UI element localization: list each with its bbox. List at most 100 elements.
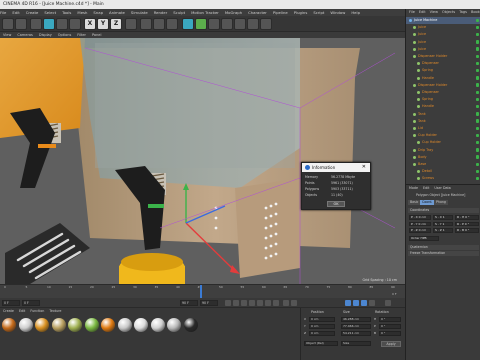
render-view-icon[interactable]: [140, 18, 152, 30]
visibility-tag-icon[interactable]: [475, 47, 479, 51]
object-menu-tags[interactable]: Tags: [459, 10, 467, 14]
object-list-item[interactable]: Cup Holder: [406, 132, 480, 139]
camera-icon[interactable]: [247, 18, 259, 30]
object-list-item[interactable]: Handle: [406, 103, 480, 110]
object-list-item[interactable]: Tank: [406, 118, 480, 125]
visibility-tag-icon[interactable]: [475, 68, 479, 73]
menu-item-motion-tracker[interactable]: Motion Tracker: [191, 10, 219, 15]
play-icon[interactable]: [249, 300, 255, 306]
visibility-tag-icon[interactable]: [475, 104, 479, 109]
subdivision-surface-icon[interactable]: [195, 18, 207, 30]
visibility-tag-icon[interactable]: [475, 119, 479, 123]
scale-field[interactable]: S . X 1: [433, 215, 453, 220]
position-field[interactable]: 0 cm: [309, 331, 335, 336]
next-frame-icon[interactable]: [257, 300, 263, 306]
material-menu-texture[interactable]: Texture: [49, 309, 61, 313]
rotation-field[interactable]: 0 °: [379, 317, 401, 322]
deformer-icon[interactable]: [221, 18, 233, 30]
menu-item-create[interactable]: Create: [26, 10, 39, 15]
menu-item-plugins[interactable]: Plugins: [294, 10, 308, 15]
visibility-tag-icon[interactable]: [475, 140, 479, 145]
menu-item-mograph[interactable]: MoGraph: [225, 10, 242, 15]
material-swatch[interactable]: [167, 318, 181, 332]
viewport-menu-options[interactable]: Options: [58, 33, 72, 37]
size-field[interactable]: 77.466 cm: [341, 324, 371, 329]
size-mode-dropdown[interactable]: Size: [341, 341, 371, 346]
material-swatch[interactable]: [18, 318, 33, 332]
object-list-item[interactable]: Spring: [406, 96, 480, 103]
material-swatch[interactable]: [51, 318, 66, 332]
visibility-tag-icon[interactable]: [475, 90, 479, 94]
render-settings-icon[interactable]: [166, 18, 178, 30]
position-field[interactable]: 0 cm: [309, 324, 335, 329]
3d-viewport[interactable]: Grid Spacing : 10 cm Information ✕ Memor…: [0, 38, 405, 284]
timeline-ruler[interactable]: 051015202530354045505560657075808590 0 F: [0, 284, 405, 299]
undo-icon[interactable]: [2, 18, 14, 30]
x-axis-lock-button[interactable]: X: [84, 18, 96, 30]
object-list-item[interactable]: Lid: [406, 125, 480, 132]
keyframe-param-icon[interactable]: [369, 300, 375, 306]
ok-button[interactable]: OK: [327, 201, 345, 207]
menu-item-sculpt[interactable]: Sculpt: [173, 10, 185, 15]
tab-coord[interactable]: Coord.: [420, 200, 435, 205]
rotation-field[interactable]: R . H 0 °: [455, 215, 479, 220]
y-axis-lock-button[interactable]: Y: [97, 18, 109, 30]
freeze-transformation-section[interactable]: Freeze Transformation: [408, 251, 479, 256]
record-icon[interactable]: [283, 300, 289, 306]
rotation-field[interactable]: R . B 0 °: [455, 228, 479, 233]
visibility-tag-icon[interactable]: [475, 76, 479, 80]
attribute-menu-edit[interactable]: Edit: [423, 186, 429, 190]
cube-icon[interactable]: [182, 18, 194, 30]
visibility-tag-icon[interactable]: [475, 18, 479, 22]
keyframe-position-icon[interactable]: [345, 300, 351, 306]
render-to-picture-viewer-icon[interactable]: [153, 18, 165, 30]
material-swatch[interactable]: [84, 318, 99, 332]
visibility-tag-icon[interactable]: [475, 169, 479, 174]
object-list-item[interactable]: Dispenser: [406, 89, 480, 96]
menu-item-mesh[interactable]: Mesh: [77, 10, 87, 15]
visibility-tag-icon[interactable]: [475, 61, 479, 66]
autokey-icon[interactable]: [291, 300, 297, 306]
object-list-item[interactable]: Detail: [406, 168, 480, 175]
material-menu-edit[interactable]: Edit: [19, 309, 25, 313]
object-list-item[interactable]: Spring: [406, 67, 480, 74]
rotation-field[interactable]: 0 °: [379, 324, 401, 329]
material-swatch[interactable]: [2, 318, 16, 332]
object-list-item[interactable]: Juice Machine: [406, 17, 480, 24]
material-menu-function[interactable]: Function: [30, 309, 44, 313]
viewport-menu-filter[interactable]: Filter: [77, 33, 86, 37]
object-list-item[interactable]: Juice: [406, 46, 480, 53]
timeline-settings-icon[interactable]: [385, 300, 391, 306]
size-field[interactable]: 46.288 cm: [341, 317, 371, 322]
material-swatch[interactable]: [134, 318, 148, 332]
preview-end-field[interactable]: 90 F: [200, 300, 218, 306]
position-field[interactable]: 0 cm: [309, 317, 335, 322]
attribute-menu-mode[interactable]: Mode: [409, 186, 418, 190]
rotate-tool-icon[interactable]: [69, 18, 81, 30]
rotation-field[interactable]: R . P 0 °: [455, 221, 479, 226]
visibility-tag-icon[interactable]: [475, 176, 479, 181]
object-list-item[interactable]: Juice: [406, 31, 480, 38]
end-frame-field[interactable]: 90 F: [180, 300, 198, 306]
playhead-marker[interactable]: [200, 285, 202, 299]
material-swatch[interactable]: [101, 318, 115, 332]
coordinate-system-icon[interactable]: [125, 18, 137, 30]
visibility-tag-icon[interactable]: [475, 148, 479, 152]
menu-item-simulate[interactable]: Simulate: [131, 10, 148, 15]
object-menu-objects[interactable]: Objects: [442, 10, 455, 14]
menu-item-render[interactable]: Render: [154, 10, 168, 15]
menu-item-help[interactable]: Help: [351, 10, 360, 15]
move-tool-icon[interactable]: [43, 18, 55, 30]
object-list-item[interactable]: Base: [406, 161, 480, 168]
material-menu-create[interactable]: Create: [3, 309, 14, 313]
go-to-end-icon[interactable]: [273, 300, 279, 306]
tab-basic[interactable]: Basic: [408, 200, 421, 205]
apply-button[interactable]: Apply: [381, 341, 401, 347]
array-icon[interactable]: [208, 18, 220, 30]
menu-item-pipeline[interactable]: Pipeline: [273, 10, 288, 15]
position-field[interactable]: P . Y 0 cm: [409, 221, 431, 226]
visibility-tag-icon[interactable]: [475, 97, 479, 102]
visibility-tag-icon[interactable]: [475, 162, 479, 166]
viewport-menu-view[interactable]: View: [3, 33, 11, 37]
coordinates-section[interactable]: Coordinates: [408, 208, 479, 213]
